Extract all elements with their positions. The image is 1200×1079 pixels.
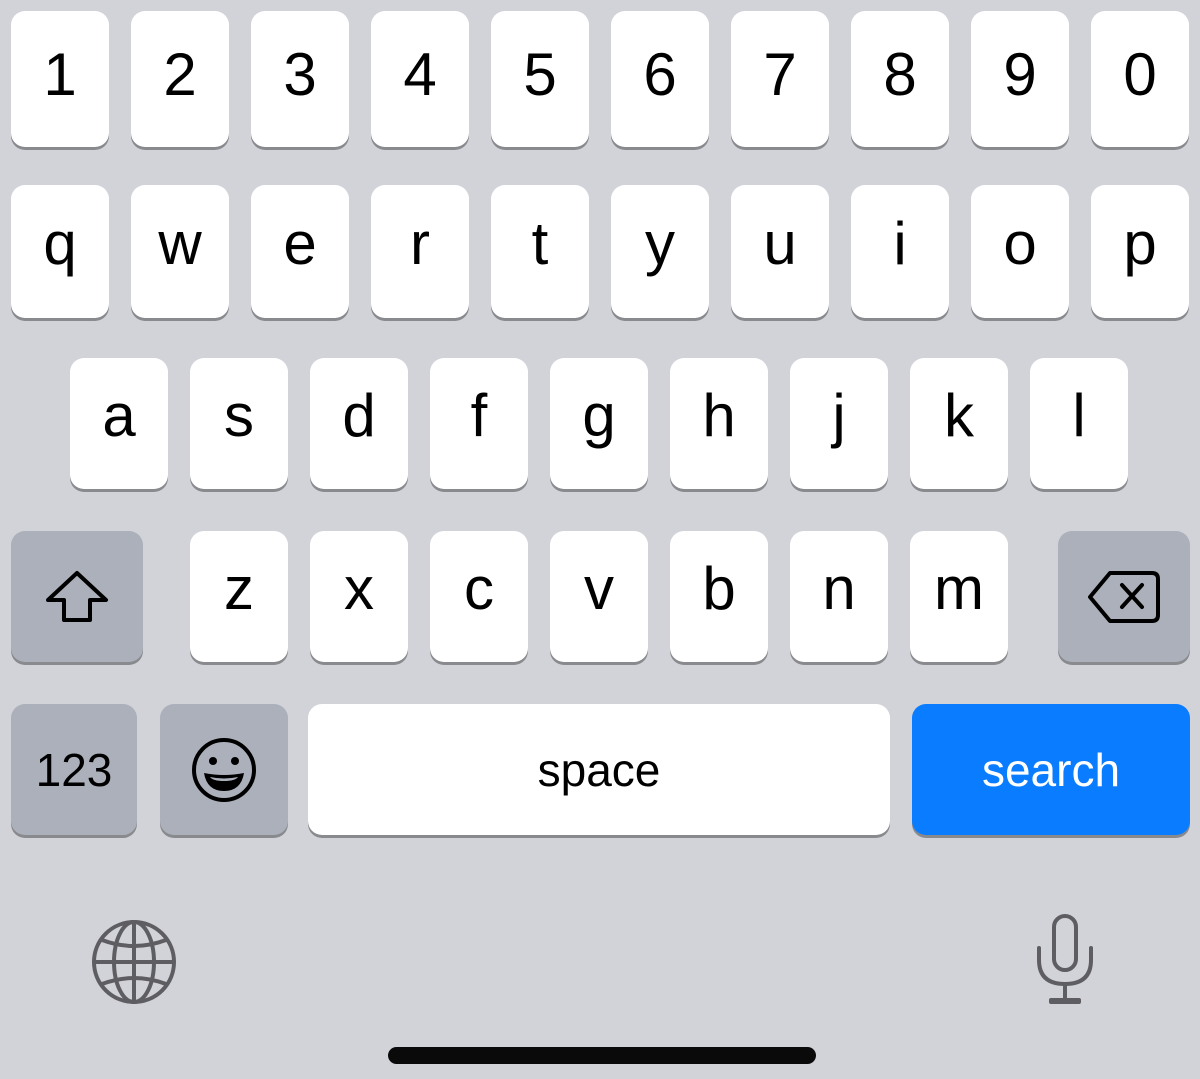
key-label: e [283, 209, 317, 277]
key-v[interactable]: v [550, 531, 648, 662]
dictation-button[interactable] [1020, 905, 1110, 1015]
key-label: d [342, 381, 376, 449]
key-c[interactable]: c [430, 531, 528, 662]
key-f[interactable]: f [430, 358, 528, 489]
key-g[interactable]: g [550, 358, 648, 489]
key-label: w [158, 209, 202, 277]
key-label: 3 [283, 41, 317, 108]
key-label: b [702, 554, 736, 622]
key-label: 1 [43, 41, 77, 108]
key-label: y [645, 209, 675, 277]
key-j[interactable]: j [790, 358, 888, 489]
key-k[interactable]: k [910, 358, 1008, 489]
key-d[interactable]: d [310, 358, 408, 489]
key-label: x [344, 554, 374, 622]
key-m[interactable]: m [910, 531, 1008, 662]
key-y[interactable]: y [611, 185, 709, 318]
key-u[interactable]: u [731, 185, 829, 318]
key-6[interactable]: 6 [611, 11, 709, 147]
key-b[interactable]: b [670, 531, 768, 662]
numbers-toggle-key[interactable]: 123 [11, 704, 137, 835]
key-label: f [470, 381, 488, 449]
key-8[interactable]: 8 [851, 11, 949, 147]
key-label: q [43, 209, 77, 277]
key-2[interactable]: 2 [131, 11, 229, 147]
key-p[interactable]: p [1091, 185, 1189, 318]
key-7[interactable]: 7 [731, 11, 829, 147]
search-key[interactable]: search [912, 704, 1190, 835]
key-3[interactable]: 3 [251, 11, 349, 147]
key-label: i [893, 209, 907, 277]
key-z[interactable]: z [190, 531, 288, 662]
key-label: l [1072, 381, 1086, 449]
key-label: c [464, 554, 494, 622]
globe-button[interactable] [84, 912, 184, 1012]
key-q[interactable]: q [11, 185, 109, 318]
key-label: o [1003, 209, 1037, 277]
space-key[interactable]: space [308, 704, 890, 835]
key-4[interactable]: 4 [371, 11, 469, 147]
key-label: 5 [523, 41, 557, 108]
shift-key[interactable] [11, 531, 143, 662]
key-label: s [224, 381, 254, 449]
key-label: 7 [763, 41, 797, 108]
key-o[interactable]: o [971, 185, 1069, 318]
key-label: j [832, 381, 846, 449]
key-w[interactable]: w [131, 185, 229, 318]
space-label: space [537, 743, 661, 796]
key-label: r [410, 209, 430, 277]
key-i[interactable]: i [851, 185, 949, 318]
key-label: z [224, 554, 254, 622]
key-r[interactable]: r [371, 185, 469, 318]
key-a[interactable]: a [70, 358, 168, 489]
key-h[interactable]: h [670, 358, 768, 489]
key-label: k [944, 381, 974, 449]
key-n[interactable]: n [790, 531, 888, 662]
key-9[interactable]: 9 [971, 11, 1069, 147]
key-label: 9 [1003, 41, 1037, 108]
key-label: v [584, 554, 614, 622]
key-5[interactable]: 5 [491, 11, 589, 147]
key-1[interactable]: 1 [11, 11, 109, 147]
key-x[interactable]: x [310, 531, 408, 662]
emoji-smiley-icon [191, 737, 257, 803]
delete-key[interactable] [1058, 531, 1190, 662]
globe-icon [90, 918, 178, 1006]
emoji-key[interactable] [160, 704, 288, 835]
key-l[interactable]: l [1030, 358, 1128, 489]
microphone-icon [1033, 912, 1097, 1008]
key-label: n [822, 554, 856, 622]
key-label: 6 [643, 41, 677, 108]
key-label: g [582, 381, 616, 449]
key-label: 4 [403, 41, 437, 108]
key-0[interactable]: 0 [1091, 11, 1189, 147]
key-label: 0 [1123, 41, 1157, 108]
key-label: t [531, 209, 549, 277]
key-s[interactable]: s [190, 358, 288, 489]
key-e[interactable]: e [251, 185, 349, 318]
numbers-toggle-label: 123 [35, 743, 113, 796]
key-t[interactable]: t [491, 185, 589, 318]
home-indicator[interactable] [388, 1047, 816, 1064]
backspace-icon [1086, 569, 1162, 625]
key-label: a [102, 381, 136, 449]
key-label: p [1123, 209, 1157, 277]
search-label: search [981, 743, 1121, 796]
key-label: 8 [883, 41, 917, 108]
key-label: u [763, 209, 797, 277]
key-label: m [934, 554, 984, 622]
key-label: 2 [163, 41, 197, 108]
key-label: h [702, 381, 736, 449]
shift-arrow-icon [44, 568, 110, 626]
